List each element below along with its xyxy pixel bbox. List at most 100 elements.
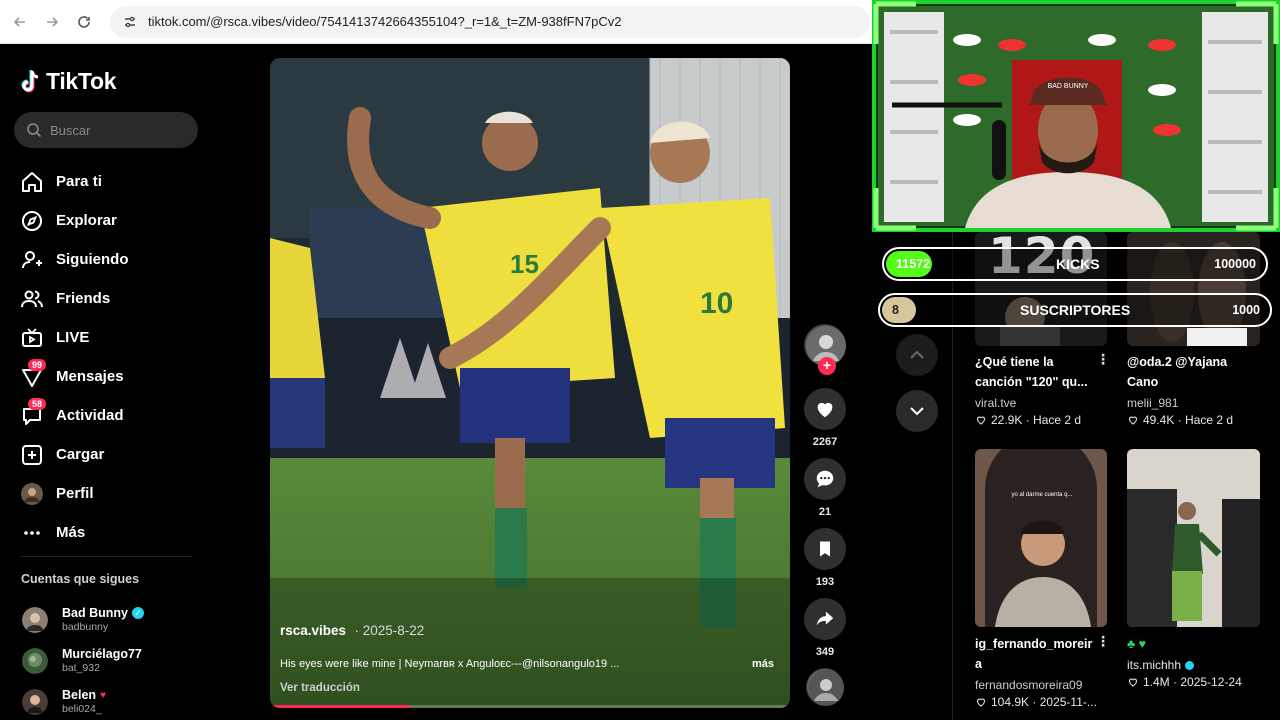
search-icon <box>27 123 42 138</box>
card-stats: 49.4K · Hace 2 d <box>1127 413 1233 427</box>
menu-item-live[interactable]: LIVE <box>18 318 218 357</box>
menu-label: Mensajes <box>56 368 124 385</box>
following-account[interactable]: Belen ♥ beli024_ <box>22 681 144 720</box>
thumbnail-caption: yo al darme cuenta q... <box>1011 492 1073 498</box>
subs-goal-bar: 8 SUSCRIPTORES 1000 <box>878 293 1272 327</box>
views-count: 104.9K <box>991 695 1030 709</box>
live-tv-icon <box>18 324 46 352</box>
author-avatar[interactable]: + <box>804 324 846 375</box>
translate-link[interactable]: Ver traducción <box>280 682 780 694</box>
card-username[interactable]: its.michhh <box>1127 658 1195 672</box>
following-list: Bad Bunny ✓ badbunny Murciélago77 bat_932… <box>22 599 144 720</box>
title-line: canción "120" qu... <box>975 375 1088 389</box>
video-frame: 15 10 <box>270 58 790 708</box>
views-count: 22.9K <box>991 413 1023 427</box>
chevron-up-icon <box>910 350 924 359</box>
following-title: Cuentas que sigues <box>21 572 140 586</box>
post-date: 2025-11-... <box>1039 695 1097 709</box>
card-username[interactable]: fernandosmoreira09 <box>975 678 1082 692</box>
next-video-button[interactable] <box>896 390 938 432</box>
tiktok-logo[interactable]: TikTok <box>20 68 117 95</box>
video-player[interactable]: 15 10 rsca.vibes · 2025-8-22 His eyes we… <box>270 58 790 708</box>
card-username[interactable]: melii_981 <box>1127 396 1178 410</box>
webcam-overlay: BAD BUNNY <box>868 0 1280 236</box>
menu-item-perfil[interactable]: Perfil <box>18 474 218 513</box>
kicks-label: KICKS <box>1056 256 1100 272</box>
menu-label: Actividad <box>56 407 124 424</box>
music-disc-icon <box>808 670 844 706</box>
feed-card-title[interactable]: ♣ ♥ <box>1127 634 1252 654</box>
account-name: Bad Bunny <box>62 606 128 620</box>
feed-card-title[interactable]: ig_fernando_moreir a <box>975 634 1100 674</box>
reload-button[interactable] <box>68 6 100 38</box>
site-settings-icon[interactable] <box>122 14 138 30</box>
save-count: 193 <box>815 576 835 588</box>
search-input[interactable] <box>50 122 190 138</box>
avatar <box>22 647 48 674</box>
menu-item-cargar[interactable]: Cargar <box>18 435 218 474</box>
like-count: 2267 <box>812 436 838 448</box>
kicks-goal: 100000 <box>1214 257 1256 271</box>
username-text: its.michhh <box>1127 658 1182 672</box>
share-button[interactable] <box>804 598 846 640</box>
feed-thumbnail[interactable] <box>1127 449 1260 627</box>
subs-goal-fill <box>882 297 916 323</box>
profile-avatar <box>18 480 46 508</box>
menu-item-mas[interactable]: Más <box>18 513 218 552</box>
previous-video-button[interactable] <box>896 334 938 376</box>
card-stats: 104.9K · 2025-11-... <box>975 695 1097 709</box>
card-username[interactable]: viral.tve <box>975 396 1016 410</box>
user-plus-icon <box>18 246 46 274</box>
upload-icon <box>18 441 46 469</box>
card-more-button[interactable]: ⋮ <box>1096 633 1110 650</box>
forward-button[interactable] <box>36 6 68 38</box>
title-line: ¿Qué tiene la <box>975 355 1054 369</box>
menu-item-actividad[interactable]: 58 Actividad <box>18 396 218 435</box>
more-dots-icon <box>18 519 46 547</box>
menu-item-para-ti[interactable]: Para ti <box>18 162 218 201</box>
comment-button[interactable] <box>804 458 846 500</box>
card-stats: 1.4M · 2025-12-24 <box>1127 675 1242 689</box>
card-more-button[interactable]: ⋮ <box>1096 351 1110 368</box>
tiktok-note-icon <box>21 69 39 92</box>
like-button[interactable] <box>804 388 846 430</box>
subs-goal: 1000 <box>1232 303 1260 317</box>
chevron-down-icon <box>910 407 924 416</box>
title-line: @oda.2 @Yajana <box>1127 355 1228 369</box>
following-account[interactable]: Murciélago77 bat_932 <box>22 640 144 681</box>
video-date: · 2025-8-22 <box>354 623 425 638</box>
verified-icon <box>1185 660 1195 670</box>
menu-item-friends[interactable]: Friends <box>18 279 218 318</box>
menu-item-explorar[interactable]: Explorar <box>18 201 218 240</box>
title-line: ig_fernando_moreir <box>975 637 1093 651</box>
address-bar[interactable]: tiktok.com/@rsca.vibes/video/75414137426… <box>110 5 870 38</box>
feed-thumbnail[interactable]: yo al darme cuenta q... <box>975 449 1107 627</box>
sidebar: TikTok Para ti Explorar Siguiendo Friend… <box>0 44 230 720</box>
title-line: Cano <box>1127 375 1159 389</box>
friends-icon <box>18 285 46 313</box>
music-disc-avatar[interactable] <box>806 668 844 706</box>
feed-card-title[interactable]: ¿Qué tiene la canción "120" qu... <box>975 352 1095 392</box>
post-date: 2025-12-24 <box>1180 675 1242 689</box>
search-box[interactable] <box>14 112 198 148</box>
share-count: 349 <box>815 646 835 658</box>
thumbnail-image <box>1127 449 1260 627</box>
save-button[interactable] <box>804 528 846 570</box>
video-progress[interactable] <box>270 705 790 708</box>
cap-text: BAD BUNNY <box>1048 83 1089 90</box>
main-menu: Para ti Explorar Siguiendo Friends LIVE … <box>18 162 218 552</box>
views-count: 1.4M <box>1143 675 1170 689</box>
menu-item-mensajes[interactable]: 99 Mensajes <box>18 357 218 396</box>
account-username: bat_932 <box>62 662 100 674</box>
follow-plus-button[interactable]: + <box>818 357 836 375</box>
sidebar-divider <box>20 556 192 557</box>
back-button[interactable] <box>4 6 36 38</box>
account-name: Murciélago77 <box>62 647 142 661</box>
feed-card-title[interactable]: @oda.2 @Yajana Cano <box>1127 352 1252 392</box>
video-author[interactable]: rsca.vibes <box>280 623 346 638</box>
menu-label: Más <box>56 524 86 541</box>
more-link[interactable]: más <box>752 658 774 670</box>
menu-item-siguiendo[interactable]: Siguiendo <box>18 240 218 279</box>
following-account[interactable]: Bad Bunny ✓ badbunny <box>22 599 144 640</box>
activity-badge: 58 <box>28 398 47 410</box>
